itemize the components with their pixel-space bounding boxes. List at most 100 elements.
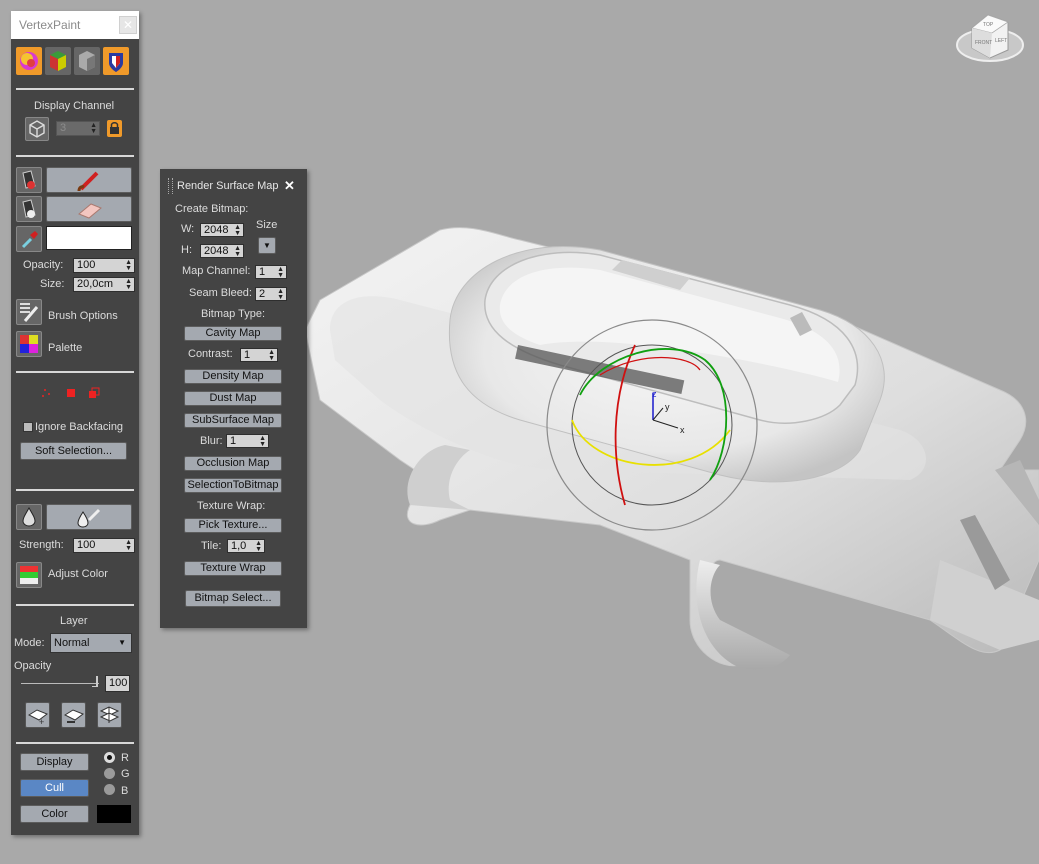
seam-bleed-spinner[interactable]: 2 ▲ ▼ (255, 287, 287, 301)
occlusion-map-button[interactable]: Occlusion Map (184, 456, 282, 471)
separator (16, 604, 134, 606)
adjust-color-label[interactable]: Adjust Color (48, 568, 108, 580)
erase-button[interactable] (46, 196, 132, 222)
soft-selection-button[interactable]: Soft Selection... (20, 442, 127, 460)
delete-layer-button[interactable] (61, 702, 86, 728)
paint-bucket-icon (22, 170, 36, 189)
chevron-down-icon: ▼ (263, 241, 271, 250)
blur-options-button[interactable] (16, 504, 42, 530)
erase-bucket-icon (22, 199, 36, 218)
adjust-color-button[interactable] (16, 562, 42, 588)
height-value: 2048 (204, 245, 229, 257)
shaded-color-icon (50, 51, 66, 71)
strength-value: 100 (77, 539, 96, 551)
paint-brush-button[interactable] (46, 167, 132, 193)
size-preset-button[interactable]: ▼ (258, 237, 276, 254)
selection-mode-group (39, 386, 119, 400)
slider-handle[interactable] (92, 676, 98, 687)
display-button[interactable]: Display (20, 753, 89, 771)
create-bitmap-label: Create Bitmap: (175, 203, 249, 215)
texture-wrap-button[interactable]: Texture Wrap (184, 561, 282, 576)
palette-label[interactable]: Palette (48, 342, 82, 354)
radio-g[interactable] (104, 768, 115, 779)
adjust-color-icon (20, 566, 38, 584)
brush-options-label[interactable]: Brush Options (48, 310, 118, 322)
new-layer-button[interactable]: + (25, 702, 50, 728)
contrast-label: Contrast: (188, 348, 233, 360)
mode-dropdown[interactable]: Normal ▼ (50, 633, 132, 653)
paint-options-button[interactable] (16, 167, 42, 193)
vertex-paint-title: VertexPaint (19, 18, 81, 32)
radio-b-label: B (121, 785, 129, 797)
collapse-layers-icon (99, 706, 120, 723)
drop-icon (22, 506, 36, 527)
drag-handle[interactable] (168, 178, 173, 194)
palette-button[interactable] (16, 331, 42, 357)
radio-b[interactable] (104, 784, 115, 795)
layer-opacity-slider[interactable] (21, 683, 99, 684)
vertex-paint-titlebar[interactable]: VertexPaint ✕ (11, 11, 139, 39)
element-select-icon[interactable] (89, 387, 100, 398)
opacity-label: Opacity: (23, 259, 64, 271)
channel-display-button[interactable] (25, 117, 49, 141)
color-button[interactable]: Color (20, 805, 89, 823)
vertex-color-sphere-icon (20, 52, 38, 70)
height-spinner[interactable]: 2048 ▲ ▼ (200, 244, 244, 258)
brush-options-button[interactable] (16, 299, 42, 325)
size-spinner[interactable]: 20,0cm ▲ ▼ (73, 277, 135, 292)
pick-texture-button[interactable]: Pick Texture... (184, 518, 282, 533)
pick-color-button[interactable] (16, 226, 42, 252)
density-map-button[interactable]: Density Map (184, 369, 282, 384)
erase-options-button[interactable] (16, 196, 42, 222)
map-channel-value: 1 (259, 266, 266, 278)
disable-vertex-color-button[interactable] (74, 47, 100, 75)
selection-to-bitmap-button[interactable]: SelectionToBitmap (184, 478, 282, 493)
paint-color-swatch[interactable] (46, 226, 132, 250)
lock-channel-button[interactable] (107, 120, 122, 137)
model-mesh[interactable] (304, 227, 1039, 670)
map-channel-spinner[interactable]: 1 ▲ ▼ (255, 265, 287, 279)
shaded-vertex-color-button[interactable] (45, 47, 71, 75)
close-icon: ✕ (122, 18, 134, 32)
bitmap-select-button[interactable]: Bitmap Select... (185, 590, 281, 607)
tile-spinner[interactable]: 1,0 ▲ ▼ (227, 539, 265, 553)
map-channel-label: Map Channel: (182, 265, 251, 277)
size-label: Size (256, 219, 278, 231)
size-value: 20,0cm (77, 278, 114, 290)
tile-value: 1,0 (231, 540, 247, 552)
strength-label: Strength: (19, 539, 64, 551)
radio-r[interactable] (104, 752, 115, 763)
contrast-spinner[interactable]: 1 ▲ ▼ (240, 348, 278, 362)
blur-brush-button[interactable] (46, 504, 132, 530)
subsurface-map-button[interactable]: SubSurface Map (184, 413, 282, 428)
blur-brush-icon (77, 508, 101, 528)
viewcube[interactable]: TOP FRONT LEFT (956, 14, 1024, 62)
color-swatch[interactable] (97, 805, 131, 823)
face-select-icon[interactable] (67, 389, 75, 397)
dust-map-button[interactable]: Dust Map (184, 391, 282, 406)
ignore-backfacing-checkbox[interactable] (23, 422, 33, 432)
height-label: H: (181, 244, 192, 256)
palette-icon (20, 335, 38, 353)
vertex-select-icon[interactable] (42, 389, 50, 397)
collapse-layers-button[interactable] (97, 702, 122, 728)
tile-label: Tile: (201, 540, 222, 552)
strength-spinner[interactable]: 100 ▲ ▼ (73, 538, 135, 553)
width-spinner[interactable]: 2048 ▲ ▼ (200, 223, 244, 237)
close-icon[interactable]: ✕ (284, 178, 295, 194)
channel-spinner[interactable]: 3 ▲ ▼ (56, 121, 100, 136)
cavity-map-button[interactable]: Cavity Map (184, 326, 282, 341)
layer-opacity-value[interactable]: 100 (105, 675, 130, 692)
close-button[interactable]: ✕ (119, 16, 137, 34)
cull-button[interactable]: Cull (20, 779, 89, 797)
blur-spinner[interactable]: 1 ▲ ▼ (226, 434, 269, 448)
mode-value: Normal (54, 637, 90, 649)
texture-wrap-label: Texture Wrap: (197, 500, 266, 512)
3d-viewport[interactable]: z y x TOP FRONT LEFT (0, 0, 1039, 864)
viewport-scene: z y x TOP FRONT LEFT (304, 14, 1039, 670)
eraser-icon (78, 203, 102, 219)
opacity-spinner[interactable]: 100 ▲ ▼ (73, 258, 135, 273)
toggle-display-button[interactable] (103, 47, 129, 75)
blur-value: 1 (230, 435, 237, 447)
vertex-color-display-button[interactable] (16, 47, 42, 75)
